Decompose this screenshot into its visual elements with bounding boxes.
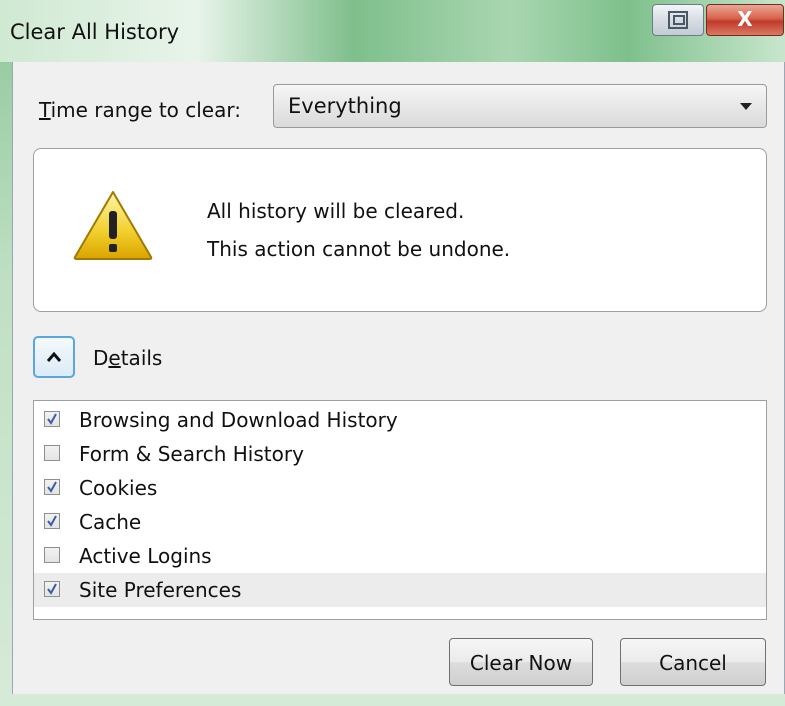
list-item-label: Browsing and Download History: [79, 408, 398, 432]
details-label-pre: D: [93, 346, 109, 370]
checkbox[interactable]: [44, 581, 60, 597]
warning-line-2: This action cannot be undone.: [207, 237, 511, 261]
list-item[interactable]: Cookies: [34, 471, 766, 505]
title-bar: Clear All History X: [0, 0, 785, 62]
time-range-label-accesskey: T: [39, 98, 51, 122]
history-items-list: Browsing and Download History Form & Sea…: [33, 400, 767, 620]
warning-line-1: All history will be cleared.: [207, 199, 465, 223]
time-range-label-text: ime range to clear:: [50, 98, 241, 122]
list-item-label: Form & Search History: [79, 442, 304, 466]
warning-box: All history will be cleared. This action…: [33, 148, 767, 312]
window-title: Clear All History: [10, 20, 180, 44]
cancel-button[interactable]: Cancel: [620, 638, 766, 686]
list-item[interactable]: Active Logins: [34, 539, 766, 573]
list-item[interactable]: Cache: [34, 505, 766, 539]
details-toggle-button[interactable]: [33, 336, 75, 378]
checkmark-icon: [47, 413, 57, 425]
dropdown-arrow-icon: [740, 103, 752, 110]
list-item-label: Site Preferences: [79, 578, 242, 602]
restore-icon: [668, 11, 688, 29]
list-item-label: Active Logins: [79, 544, 212, 568]
details-label-accesskey: e: [108, 346, 121, 370]
restore-button[interactable]: [652, 4, 704, 36]
chevron-up-icon: [46, 351, 62, 362]
checkbox[interactable]: [44, 445, 60, 461]
list-item[interactable]: Form & Search History: [34, 437, 766, 471]
warning-icon: [73, 191, 153, 260]
close-button[interactable]: X: [706, 4, 784, 36]
list-item-label: Cookies: [79, 476, 158, 500]
time-range-value: Everything: [288, 94, 402, 118]
checkbox[interactable]: [44, 479, 60, 495]
list-item-label: Cache: [79, 510, 142, 534]
details-label-post: tails: [120, 346, 163, 370]
checkbox[interactable]: [44, 411, 60, 427]
list-item[interactable]: Browsing and Download History: [34, 403, 766, 437]
list-item[interactable]: Site Preferences: [34, 573, 766, 607]
checkbox[interactable]: [44, 513, 60, 529]
checkbox[interactable]: [44, 547, 60, 563]
checkmark-icon: [47, 515, 57, 527]
details-label: Details: [93, 346, 162, 370]
time-range-label: Time range to clear:: [39, 98, 241, 122]
clear-history-dialog: Time range to clear: Everything All hist…: [12, 62, 785, 694]
clear-now-button[interactable]: Clear Now: [449, 638, 593, 686]
checkmark-icon: [47, 583, 57, 595]
time-range-select[interactable]: Everything: [273, 84, 767, 128]
checkmark-icon: [47, 481, 57, 493]
